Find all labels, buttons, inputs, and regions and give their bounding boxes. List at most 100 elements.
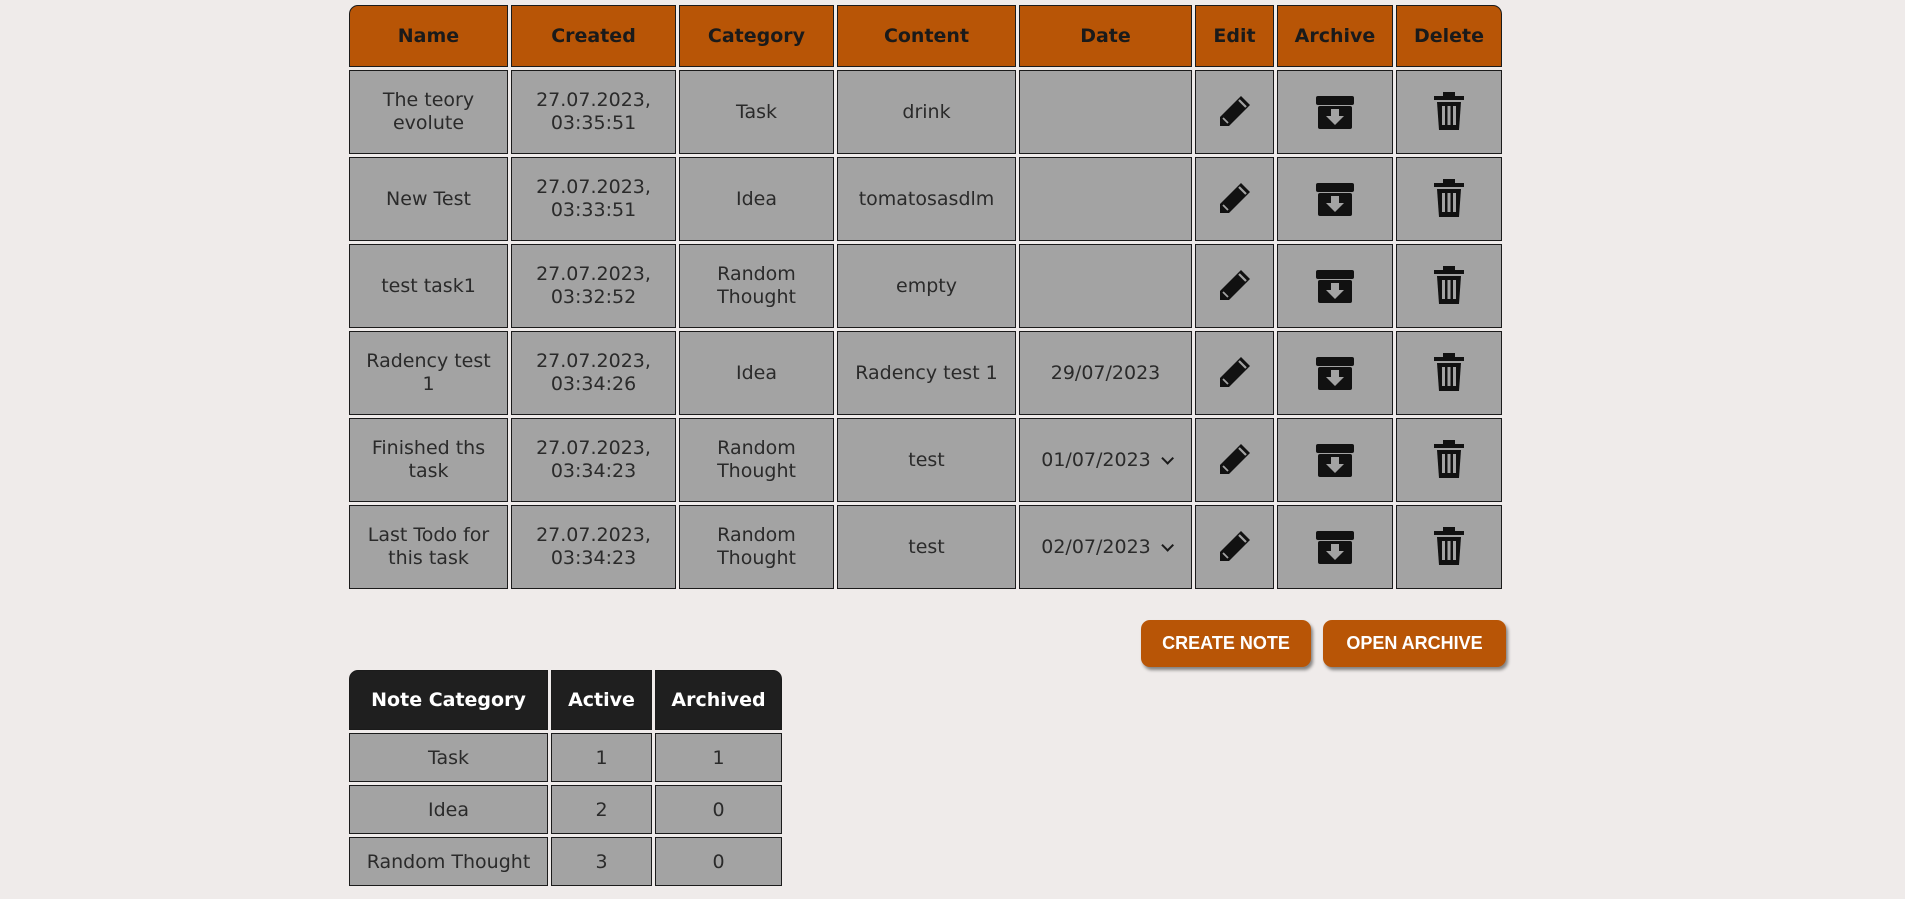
delete-button[interactable]: [1425, 87, 1473, 135]
note-date-cell: [1019, 244, 1192, 328]
note-delete-cell: [1396, 244, 1502, 328]
note-name-cell: Radency test 1: [349, 331, 508, 415]
note-edit-cell: [1195, 244, 1274, 328]
summary-table-body: Task 1 1 Idea 2 0 Random Thought 3 0: [349, 733, 782, 886]
summary-archived-cell: 0: [655, 837, 782, 886]
date-select[interactable]: 02/07/2023: [1041, 535, 1174, 559]
edit-button[interactable]: [1211, 174, 1259, 222]
chevron-down-icon: [1161, 538, 1174, 552]
archive-button[interactable]: [1311, 175, 1359, 223]
pencil-icon: [1215, 178, 1255, 218]
header-name: Name: [349, 5, 508, 67]
open-archive-button[interactable]: OPEN ARCHIVE: [1323, 620, 1506, 667]
summary-archived-cell: 0: [655, 785, 782, 834]
archive-box-icon: [1314, 267, 1356, 305]
pencil-icon: [1215, 265, 1255, 305]
summary-row: Task 1 1: [349, 733, 782, 782]
note-category-cell: Random Thought: [679, 505, 834, 589]
note-edit-cell: [1195, 505, 1274, 589]
note-edit-cell: [1195, 331, 1274, 415]
note-actions: CREATE NOTE OPEN ARCHIVE: [1141, 620, 1506, 667]
note-date-cell: 29/07/2023: [1019, 331, 1192, 415]
delete-button[interactable]: [1425, 348, 1473, 396]
note-edit-cell: [1195, 157, 1274, 241]
archive-button[interactable]: [1311, 262, 1359, 310]
delete-button[interactable]: [1425, 435, 1473, 483]
edit-button[interactable]: [1211, 261, 1259, 309]
header-content: Content: [837, 5, 1016, 67]
note-content-cell: drink: [837, 70, 1016, 154]
note-category-cell: Idea: [679, 331, 834, 415]
note-created-cell: 27.07.2023, 03:32:52: [511, 244, 676, 328]
delete-button[interactable]: [1425, 522, 1473, 570]
summary-active-cell: 1: [551, 733, 652, 782]
note-archive-cell: [1277, 157, 1393, 241]
note-created-cell: 27.07.2023, 03:34:26: [511, 331, 676, 415]
note-content-cell: Radency test 1: [837, 331, 1016, 415]
note-row: Radency test 1 27.07.2023, 03:34:26 Idea Ra…: [349, 331, 1502, 415]
summary-table: Note Category Active Archived Task 1 1 Idea…: [346, 667, 785, 889]
archive-button[interactable]: [1311, 523, 1359, 571]
date-select-value: 01/07/2023: [1041, 448, 1151, 471]
date-select-value: 02/07/2023: [1041, 535, 1151, 558]
note-category-cell: Random Thought: [679, 418, 834, 502]
note-content-cell: test: [837, 505, 1016, 589]
note-archive-cell: [1277, 244, 1393, 328]
edit-button[interactable]: [1211, 348, 1259, 396]
header-created: Created: [511, 5, 676, 67]
note-date-cell: 01/07/2023: [1019, 418, 1192, 502]
trash-icon: [1432, 178, 1466, 218]
archive-box-icon: [1314, 528, 1356, 566]
notes-table-body: The teory evolute 27.07.2023, 03:35:51 Tas…: [349, 70, 1502, 589]
summary-header-archived: Archived: [655, 670, 782, 730]
pencil-icon: [1215, 91, 1255, 131]
summary-header-row: Note Category Active Archived: [349, 670, 782, 730]
edit-button[interactable]: [1211, 435, 1259, 483]
note-edit-cell: [1195, 418, 1274, 502]
note-delete-cell: [1396, 70, 1502, 154]
archive-button[interactable]: [1311, 88, 1359, 136]
note-archive-cell: [1277, 418, 1393, 502]
header-date: Date: [1019, 5, 1192, 67]
summary-category-cell: Task: [349, 733, 548, 782]
note-archive-cell: [1277, 70, 1393, 154]
pencil-icon: [1215, 526, 1255, 566]
date-value: 29/07/2023: [1050, 361, 1161, 384]
header-edit: Edit: [1195, 5, 1274, 67]
edit-button[interactable]: [1211, 522, 1259, 570]
note-delete-cell: [1396, 331, 1502, 415]
note-category-cell: Random Thought: [679, 244, 834, 328]
note-row: The teory evolute 27.07.2023, 03:35:51 Tas…: [349, 70, 1502, 154]
note-delete-cell: [1396, 157, 1502, 241]
note-date-cell: 02/07/2023: [1019, 505, 1192, 589]
summary-row: Random Thought 3 0: [349, 837, 782, 886]
archive-button[interactable]: [1311, 349, 1359, 397]
archive-box-icon: [1314, 354, 1356, 392]
archive-button[interactable]: [1311, 436, 1359, 484]
note-content-cell: tomatosasdlm: [837, 157, 1016, 241]
note-name-cell: New Test: [349, 157, 508, 241]
note-created-cell: 27.07.2023, 03:34:23: [511, 505, 676, 589]
chevron-down-icon: [1161, 451, 1174, 465]
summary-active-cell: 2: [551, 785, 652, 834]
note-content-cell: test: [837, 418, 1016, 502]
delete-button[interactable]: [1425, 261, 1473, 309]
note-edit-cell: [1195, 70, 1274, 154]
notes-header-row: Name Created Category Content Date Edit …: [349, 5, 1502, 67]
create-note-button[interactable]: CREATE NOTE: [1141, 620, 1311, 667]
notes-section: Name Created Category Content Date Edit …: [349, 5, 1505, 589]
note-archive-cell: [1277, 331, 1393, 415]
delete-button[interactable]: [1425, 174, 1473, 222]
summary-header-category: Note Category: [349, 670, 548, 730]
summary-category-cell: Idea: [349, 785, 548, 834]
note-category-cell: Task: [679, 70, 834, 154]
note-delete-cell: [1396, 505, 1502, 589]
pencil-icon: [1215, 352, 1255, 392]
note-date-cell: [1019, 70, 1192, 154]
edit-button[interactable]: [1211, 87, 1259, 135]
summary-active-cell: 3: [551, 837, 652, 886]
trash-icon: [1432, 526, 1466, 566]
note-date-cell: [1019, 157, 1192, 241]
note-row: test task1 27.07.2023, 03:32:52 Random Tho…: [349, 244, 1502, 328]
date-select[interactable]: 01/07/2023: [1041, 448, 1174, 472]
